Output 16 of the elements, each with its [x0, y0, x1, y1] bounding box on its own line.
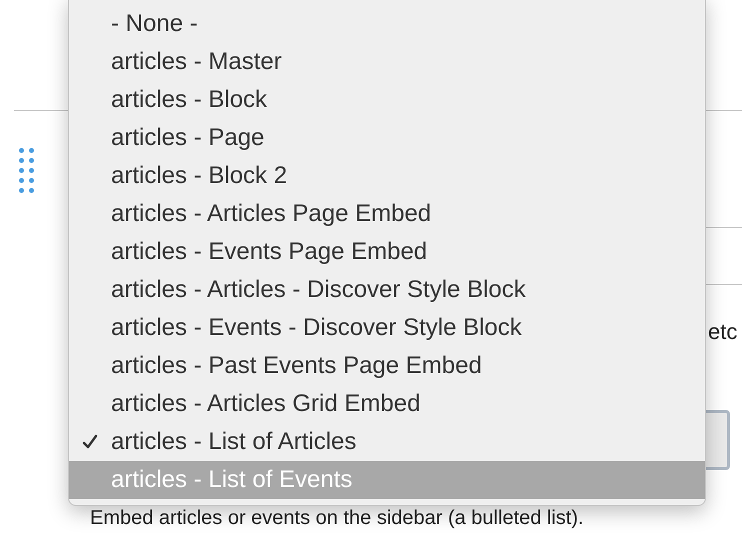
- menu-item[interactable]: - None -: [69, 5, 705, 43]
- menu-item[interactable]: articles - Block 2: [69, 157, 705, 195]
- menu-item[interactable]: articles - Page: [69, 119, 705, 157]
- menu-item[interactable]: articles - List of Articles: [69, 423, 705, 461]
- body-text: etc: [708, 318, 738, 346]
- menu-item[interactable]: articles - Block: [69, 81, 705, 119]
- menu-item[interactable]: articles - Events Page Embed: [69, 233, 705, 271]
- checkmark-icon: [82, 434, 98, 450]
- menu-item[interactable]: articles - Articles Grid Embed: [69, 385, 705, 423]
- menu-item[interactable]: articles - Master: [69, 43, 705, 81]
- field-description: Embed articles or events on the sidebar (a bulleted list).: [90, 507, 584, 529]
- menu-item[interactable]: articles - Past Events Page Embed: [69, 347, 705, 385]
- menu-item[interactable]: articles - Events - Discover Style Block: [69, 309, 705, 347]
- drag-handle-icon[interactable]: [19, 148, 34, 193]
- menu-item[interactable]: articles - Articles Page Embed: [69, 195, 705, 233]
- menu-item[interactable]: articles - Articles - Discover Style Block: [69, 271, 705, 309]
